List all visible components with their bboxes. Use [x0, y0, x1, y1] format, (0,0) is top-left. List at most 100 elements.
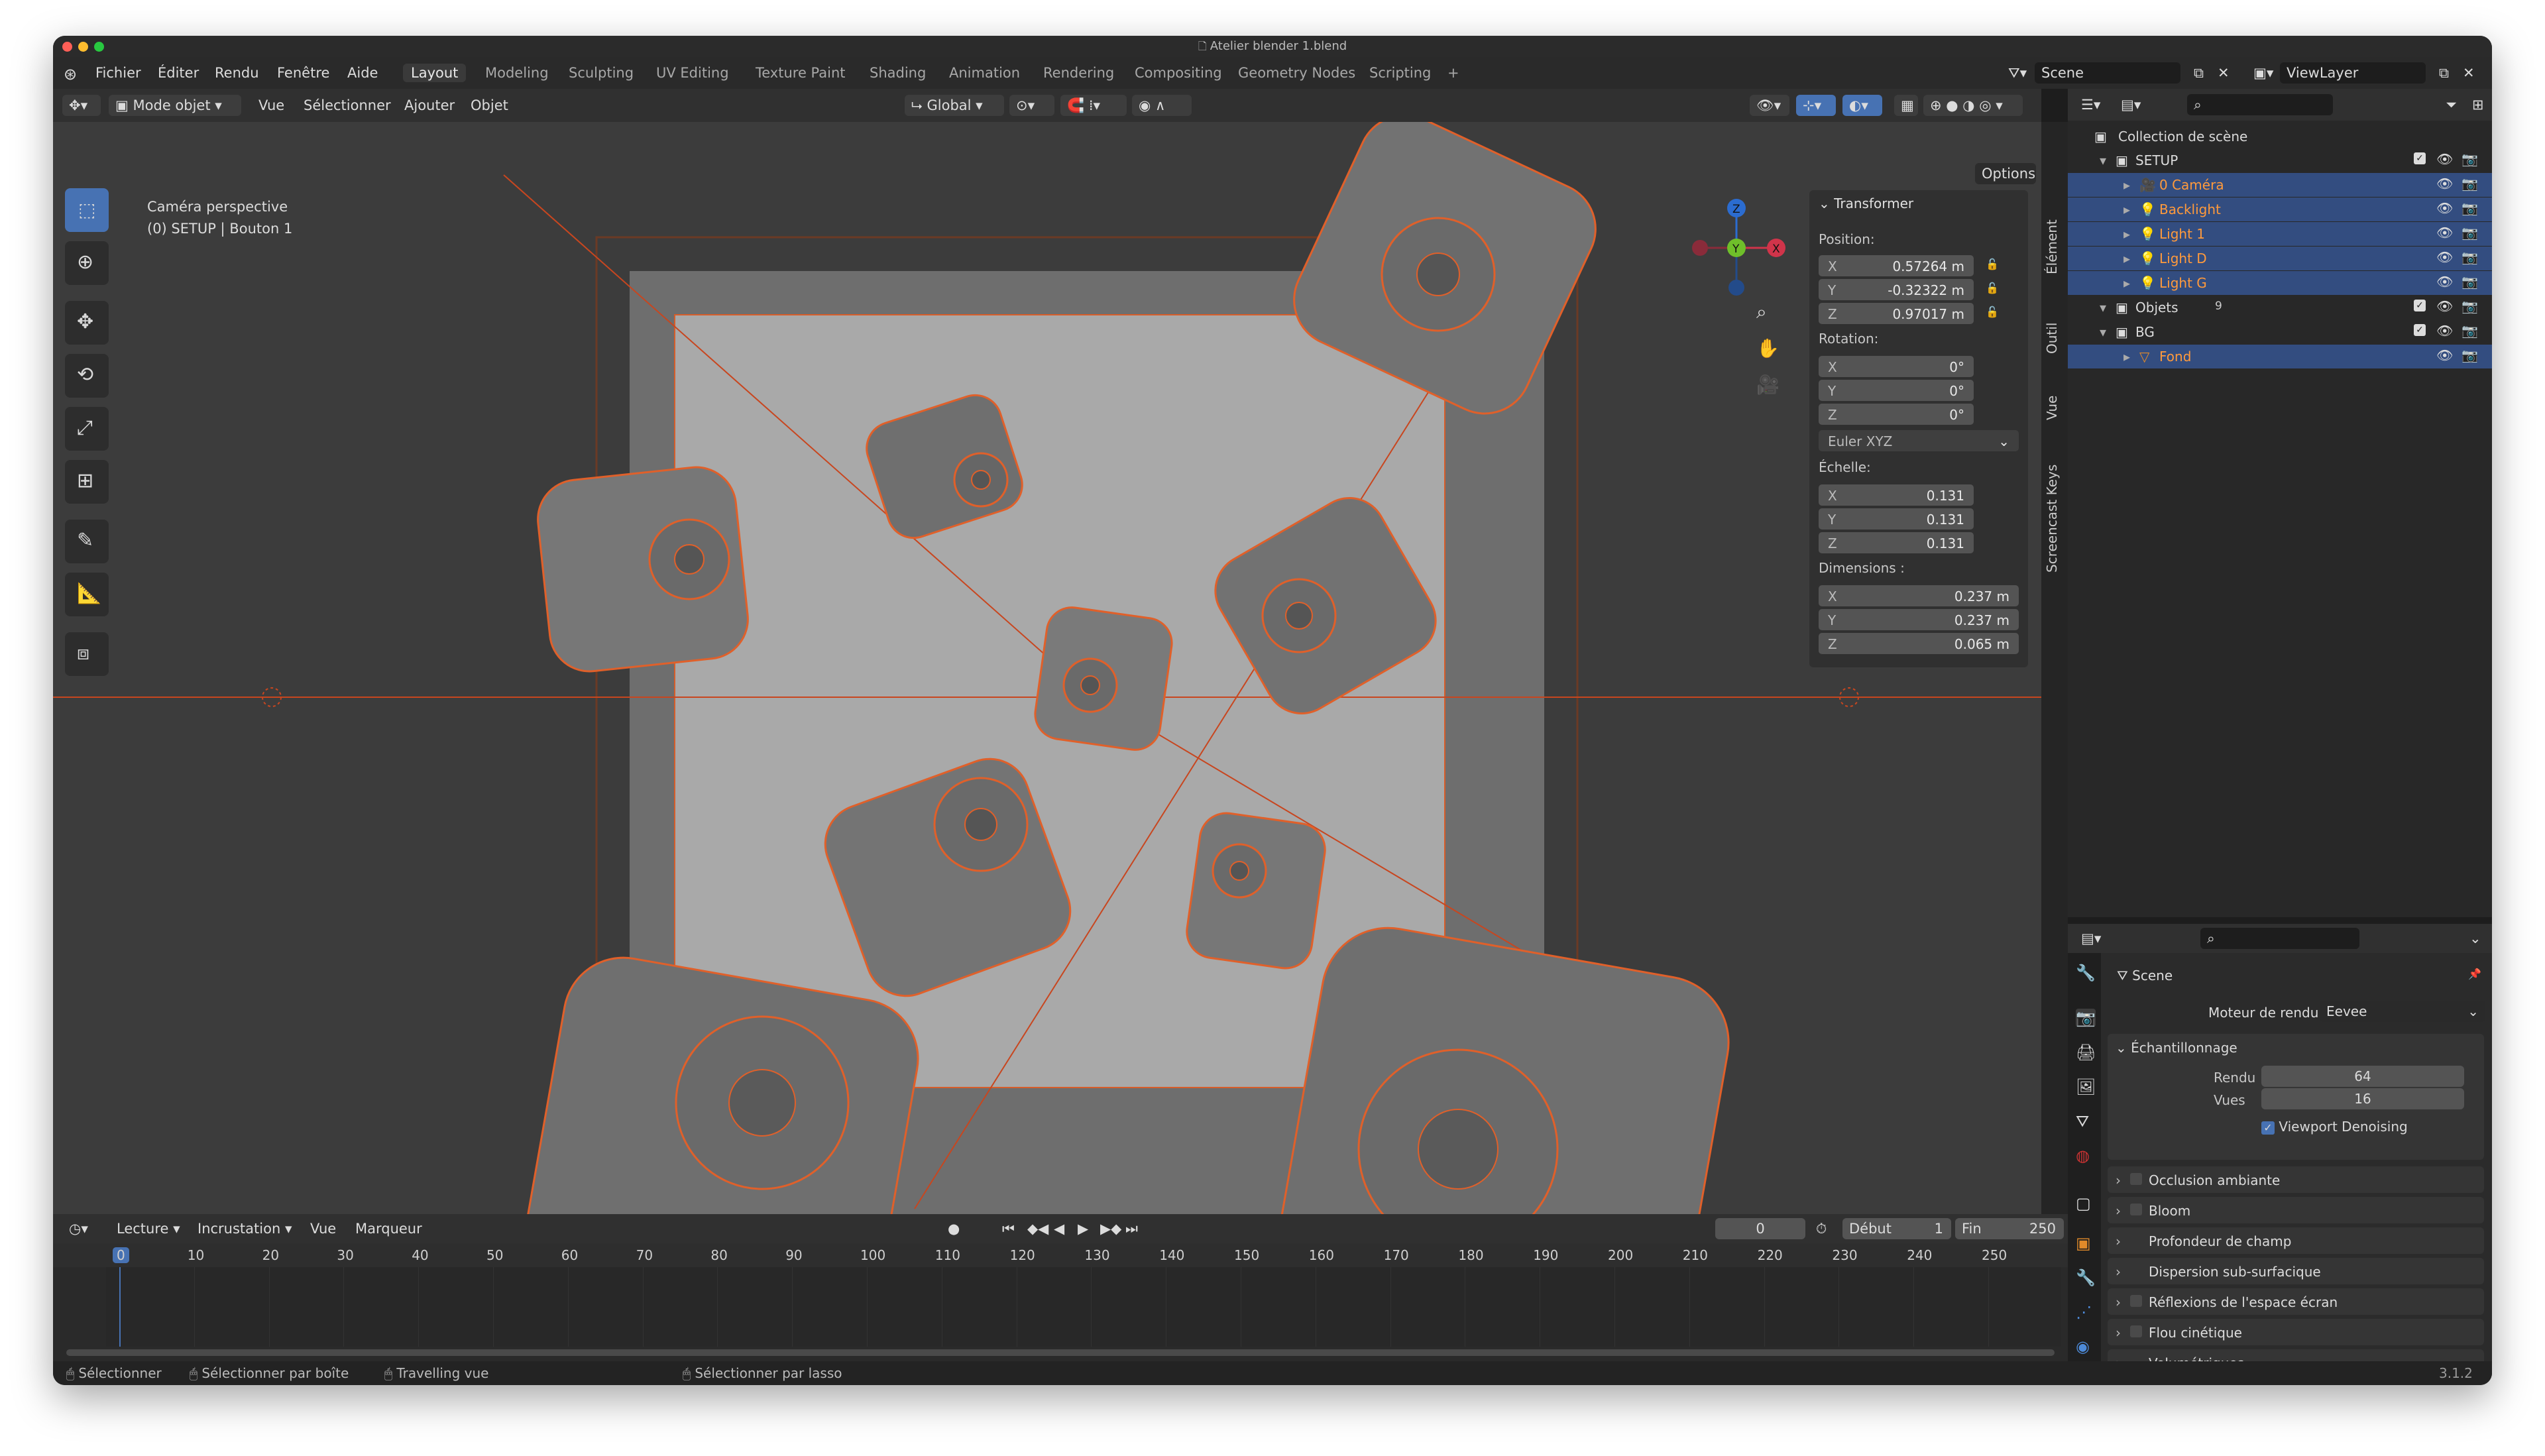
snapping-icon[interactable]: 🧲 ⁞▾	[1060, 95, 1127, 116]
section-r-flexions-de-l-espace-cran[interactable]: › Réflexions de l'espace écran	[2108, 1288, 2484, 1315]
jump-start-icon[interactable]: ⏮	[1002, 1221, 1015, 1237]
delete-scene-icon[interactable]: ✕	[2211, 62, 2231, 84]
dimensions-x-field[interactable]: X 0.237 m	[1819, 585, 2019, 606]
enable-checkbox[interactable]	[2130, 1295, 2142, 1307]
outliner-item-0-cam-ra[interactable]: ▸ 🎥 0 Caméra 👁 📷	[2068, 173, 2492, 197]
eye-icon[interactable]: 👁	[2436, 274, 2453, 290]
enable-checkbox[interactable]	[2130, 1173, 2142, 1185]
include-checkbox[interactable]: ✓	[2414, 152, 2426, 164]
enable-checkbox[interactable]	[2130, 1325, 2142, 1337]
timeline-editor-icon[interactable]: ◷▾	[62, 1218, 99, 1239]
expand-arrow-icon[interactable]: ▸	[2123, 251, 2130, 266]
expand-arrow-icon[interactable]: ▸	[2123, 226, 2130, 242]
blender-logo-icon[interactable]: ⊛	[64, 65, 77, 84]
jump-end-icon[interactable]: ⏭	[1125, 1221, 1138, 1237]
tab-modeling[interactable]: Modeling	[477, 64, 557, 82]
annotate-tool[interactable]: ✎	[65, 520, 109, 563]
position-x-field[interactable]: X 0.57264 m	[1819, 255, 1974, 276]
viewport-samples-field[interactable]: 16	[2261, 1088, 2464, 1109]
rotation-z-field[interactable]: Z 0°	[1819, 404, 1974, 425]
tab-texture-paint[interactable]: Texture Paint	[748, 64, 854, 82]
proportional-editing-icon[interactable]: ◉ ∧	[1132, 95, 1192, 116]
current-frame-field[interactable]: 0	[1715, 1218, 1805, 1239]
new-viewlayer-icon[interactable]: ⧉	[2432, 62, 2456, 84]
delete-viewlayer-icon[interactable]: ✕	[2456, 62, 2476, 84]
rotate-tool[interactable]: ⟲	[65, 354, 109, 398]
render-camera-icon[interactable]: 📷	[2461, 274, 2478, 290]
eye-icon[interactable]: 👁	[2436, 225, 2453, 241]
transform-orientation-selector[interactable]: ⮡ Global ▾	[905, 95, 1004, 116]
include-checkbox[interactable]: ✓	[2414, 324, 2426, 336]
eye-icon[interactable]: 👁	[2436, 323, 2453, 339]
expand-arrow-icon[interactable]: ▸	[2123, 349, 2130, 364]
physics-tab-icon[interactable]: ◉	[2076, 1337, 2090, 1356]
expand-arrow-icon[interactable]: ▸	[2123, 201, 2130, 217]
pin-icon[interactable]: 📌	[2468, 968, 2481, 980]
chevron-down-icon[interactable]: ⌄	[2463, 928, 2485, 949]
scale-tool[interactable]: ⤢	[65, 407, 109, 451]
scale-x-field[interactable]: X 0.131	[1819, 484, 1974, 506]
sampling-header[interactable]: ⌄ Échantillonnage	[2116, 1040, 2237, 1056]
pivot-point-icon[interactable]: ⊙▾	[1009, 95, 1054, 116]
world-tab-icon[interactable]: ◍	[2076, 1147, 2090, 1165]
shading-mode-icon[interactable]: ⊕ ● ◑ ◎ ▾	[1923, 95, 2023, 116]
rotation-y-field[interactable]: Y 0°	[1819, 380, 1974, 401]
maximize-window-button[interactable]	[94, 42, 104, 52]
menu-lecture[interactable]: Lecture ▾	[117, 1221, 180, 1237]
menu-fenetre[interactable]: Fenêtre	[277, 65, 329, 81]
properties-search-input[interactable]: ⌕	[2200, 928, 2359, 949]
timeline-scrollbar[interactable]	[66, 1349, 2055, 1356]
scene-selector[interactable]: Scene	[2035, 62, 2180, 84]
scale-y-field[interactable]: Y 0.131	[1819, 508, 1974, 530]
rotation-x-field[interactable]: X 0°	[1819, 356, 1974, 377]
tab-geometry-nodes[interactable]: Geometry Nodes	[1230, 64, 1363, 82]
menu-marqueur[interactable]: Marqueur	[355, 1221, 422, 1237]
section-profondeur-de-champ[interactable]: › Profondeur de champ	[2108, 1227, 2484, 1254]
display-mode-icon[interactable]: ▤▾	[2114, 94, 2151, 115]
collection-tab-icon[interactable]: ▢	[2076, 1194, 2091, 1213]
cursor-tool[interactable]: ⊕	[65, 241, 109, 285]
select-box-tool[interactable]: ⬚	[65, 188, 109, 232]
menu-rendu[interactable]: Rendu	[215, 65, 259, 81]
position-y-field[interactable]: Y -0.32322 m	[1819, 279, 1974, 300]
outliner-item-light-d[interactable]: ▸ 💡 Light D 👁 📷	[2068, 247, 2492, 270]
record-icon[interactable]: ●	[948, 1221, 960, 1237]
menu-fichier[interactable]: Fichier	[95, 65, 141, 81]
outliner-root[interactable]: ▣ Collection de scène	[2068, 125, 2492, 148]
tab-screencast-keys[interactable]: Screencast Keys	[2044, 465, 2060, 573]
timeline-ruler[interactable]: 0 10 20 30 40 50 60 70 80 90 100 110 120 130 140 150 160…	[53, 1243, 2068, 1267]
scene-icon[interactable]: ⛛▾	[2002, 62, 2035, 84]
section-flou-cin-tique[interactable]: › Flou cinétique	[2108, 1319, 2484, 1345]
outliner-search-input[interactable]: ⌕	[2187, 94, 2333, 115]
tab-vue[interactable]: Vue	[2044, 396, 2060, 420]
expand-arrow-icon[interactable]: ▸	[2123, 275, 2130, 291]
rotation-mode-dropdown[interactable]: Euler XYZ ⌄	[1819, 430, 2019, 451]
position-z-field[interactable]: Z 0.97017 m	[1819, 303, 1974, 324]
playhead[interactable]	[119, 1267, 121, 1347]
enable-checkbox[interactable]	[2130, 1204, 2142, 1215]
render-camera-icon[interactable]: 📷	[2461, 151, 2478, 167]
section-dispersion-sub-surfacique[interactable]: › Dispersion sub-surfacique	[2108, 1258, 2484, 1284]
options-dropdown[interactable]: Options ▾	[1975, 163, 2036, 203]
viewport-denoising-checkbox[interactable]: ✓ Viewport Denoising	[2261, 1119, 2408, 1135]
menu-vue-timeline[interactable]: Vue	[310, 1221, 336, 1237]
move-tool[interactable]: ✥	[65, 301, 109, 345]
render-engine-dropdown[interactable]: Eevee ⌄	[2320, 1001, 2485, 1022]
menu-aide[interactable]: Aide	[347, 65, 378, 81]
tab-uv-editing[interactable]: UV Editing	[648, 64, 737, 82]
tab-rendering[interactable]: Rendering	[1035, 64, 1122, 82]
menu-ajouter[interactable]: Ajouter	[404, 97, 455, 113]
expand-arrow-icon[interactable]: ▾	[2100, 152, 2106, 168]
menu-vue[interactable]: Vue	[258, 97, 284, 113]
scale-z-field[interactable]: Z 0.131	[1819, 532, 1974, 553]
eye-icon[interactable]: 👁	[2436, 298, 2453, 314]
minimize-window-button[interactable]	[78, 42, 88, 52]
tab-outil[interactable]: Outil	[2044, 323, 2060, 354]
lock-icon[interactable]: 🔓	[1986, 282, 1999, 294]
clock-icon[interactable]: ⏱	[1816, 1221, 1827, 1237]
outliner-item-setup[interactable]: ▾ ▣ SETUP ✓ 👁 📷	[2068, 148, 2492, 172]
3d-viewport[interactable]: Z X Y Caméra perspective (0) SETUP | Bou…	[53, 122, 2041, 1214]
tool-tab-icon[interactable]: 🔧	[2076, 964, 2096, 982]
overlays-toggle-icon[interactable]: ◐▾	[1842, 95, 1882, 116]
lock-icon[interactable]: 🔓	[1986, 306, 1999, 318]
